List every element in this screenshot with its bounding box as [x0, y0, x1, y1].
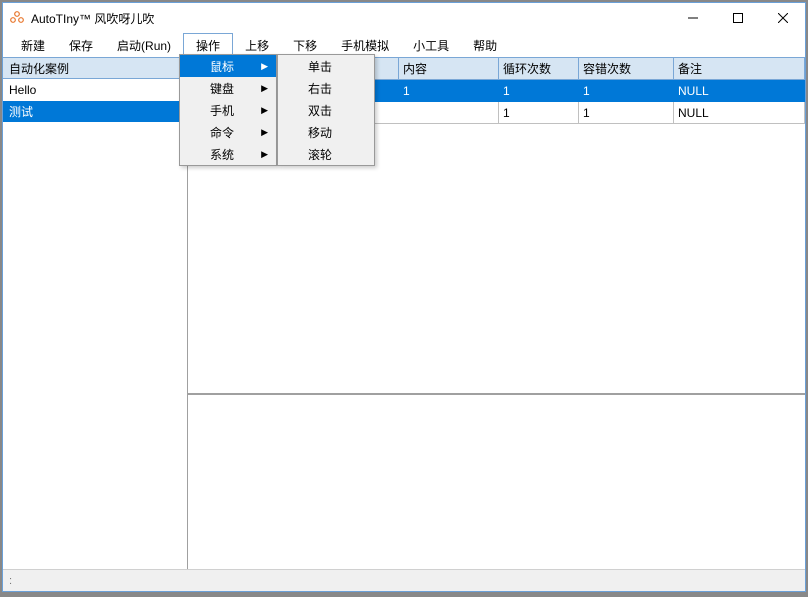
- statusbar: :: [3, 569, 805, 591]
- dd-label: 系统: [210, 146, 234, 163]
- dd-label: 命令: [210, 124, 234, 141]
- cell[interactable]: 1: [499, 80, 579, 102]
- cell[interactable]: 1: [579, 102, 674, 124]
- menu-help[interactable]: 帮助: [461, 33, 509, 57]
- col-tolerance[interactable]: 容错次数: [579, 58, 674, 80]
- cell[interactable]: 1: [499, 102, 579, 124]
- chevron-right-icon: ▶: [261, 83, 268, 94]
- sidebar: 自动化案例 Hello 测试: [3, 57, 188, 569]
- cell[interactable]: NULL: [674, 80, 805, 102]
- dd-label: 单击: [308, 58, 332, 75]
- col-loop[interactable]: 循环次数: [499, 58, 579, 80]
- dropdown-mouse-sub: 单击 右击 双击 移动 滚轮: [277, 54, 375, 166]
- dd-label: 键盘: [210, 80, 234, 97]
- dd-command[interactable]: 命令 ▶: [180, 121, 276, 143]
- menu-run[interactable]: 启动(Run): [105, 33, 183, 57]
- app-window: AutoTIny™ 风吹呀儿吹 新建 保存 启动(Run) 操作 上移 下移 手…: [2, 2, 806, 592]
- bottom-panel: [188, 394, 805, 569]
- dd-rightclick[interactable]: 右击: [278, 77, 374, 99]
- cell[interactable]: 1: [579, 80, 674, 102]
- col-remark[interactable]: 备注: [674, 58, 805, 80]
- dd-mouse[interactable]: 鼠标 ▶: [180, 55, 276, 77]
- col-content[interactable]: 内容: [399, 58, 499, 80]
- chevron-right-icon: ▶: [261, 127, 268, 138]
- dd-keyboard[interactable]: 键盘 ▶: [180, 77, 276, 99]
- app-icon: [9, 10, 25, 26]
- dropdown-operate: 鼠标 ▶ 键盘 ▶ 手机 ▶ 命令 ▶ 系统 ▶: [179, 54, 277, 166]
- sidebar-item-hello[interactable]: Hello: [3, 79, 187, 101]
- menu-save[interactable]: 保存: [57, 33, 105, 57]
- chevron-right-icon: ▶: [261, 105, 268, 116]
- dd-system[interactable]: 系统 ▶: [180, 143, 276, 165]
- dd-label: 滚轮: [308, 146, 332, 163]
- menubar: 新建 保存 启动(Run) 操作 上移 下移 手机模拟 小工具 帮助: [3, 33, 805, 57]
- sidebar-header[interactable]: 自动化案例: [3, 57, 187, 79]
- dd-label: 移动: [308, 124, 332, 141]
- cell[interactable]: NULL: [674, 102, 805, 124]
- dd-label: 右击: [308, 80, 332, 97]
- chevron-right-icon: ▶: [261, 61, 268, 72]
- dd-label: 双击: [308, 102, 332, 119]
- sidebar-item-test[interactable]: 测试: [3, 101, 187, 123]
- dd-click[interactable]: 单击: [278, 55, 374, 77]
- titlebar[interactable]: AutoTIny™ 风吹呀儿吹: [3, 3, 805, 33]
- cell[interactable]: 1: [399, 80, 499, 102]
- minimize-button[interactable]: [670, 3, 715, 33]
- content-area: 自动化案例 Hello 测试 内容 循环次数 容错次数: [3, 57, 805, 569]
- dd-label: 鼠标: [210, 58, 234, 75]
- maximize-button[interactable]: [715, 3, 760, 33]
- status-text: :: [9, 575, 12, 587]
- window-title: AutoTIny™ 风吹呀儿吹: [31, 10, 670, 27]
- close-button[interactable]: [760, 3, 805, 33]
- dd-phone[interactable]: 手机 ▶: [180, 99, 276, 121]
- chevron-right-icon: ▶: [261, 149, 268, 160]
- dd-move[interactable]: 移动: [278, 121, 374, 143]
- dd-doubleclick[interactable]: 双击: [278, 99, 374, 121]
- dd-label: 手机: [210, 102, 234, 119]
- menu-tools[interactable]: 小工具: [401, 33, 461, 57]
- menu-new[interactable]: 新建: [9, 33, 57, 57]
- dd-wheel[interactable]: 滚轮: [278, 143, 374, 165]
